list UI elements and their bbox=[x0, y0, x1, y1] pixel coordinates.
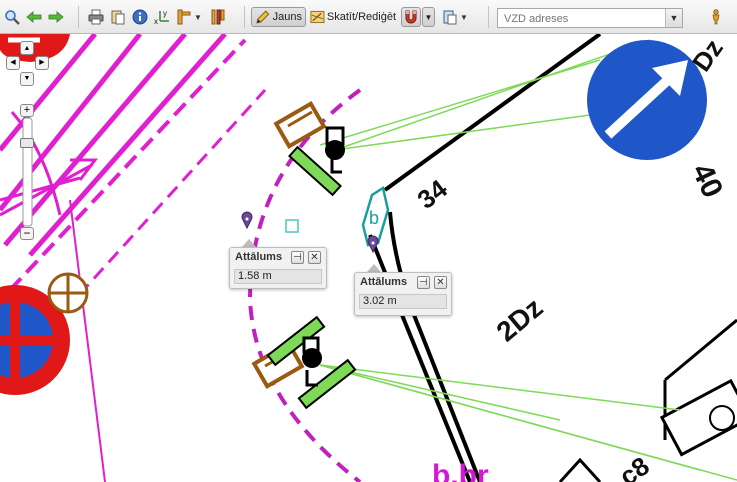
close-popup-button[interactable]: ✕ bbox=[308, 251, 321, 264]
teal-square-marker bbox=[285, 219, 299, 233]
xy-axis-icon: xy bbox=[154, 9, 169, 25]
ruler-pair-icon bbox=[211, 9, 225, 25]
view-edit-label: Skatīt/Rediģēt bbox=[326, 11, 396, 23]
zoom-search-button[interactable] bbox=[2, 7, 22, 27]
zoom-in-button[interactable]: + bbox=[20, 104, 34, 117]
street-view-button[interactable] bbox=[706, 7, 726, 27]
popup-tip bbox=[367, 264, 381, 272]
zoom-out-button[interactable]: − bbox=[20, 227, 34, 240]
info-icon bbox=[132, 9, 148, 25]
svg-text:y: y bbox=[163, 9, 167, 18]
parking-arrow-head bbox=[0, 158, 98, 217]
chevron-down-icon: ▼ bbox=[424, 12, 433, 22]
close-popup-button[interactable]: ✕ bbox=[434, 276, 447, 289]
building-outline bbox=[558, 457, 602, 482]
popup-tip bbox=[242, 239, 256, 247]
clipboard-icon bbox=[111, 10, 125, 25]
view-edit-button[interactable]: Skatīt/Rediģēt bbox=[308, 7, 398, 27]
light-pole-top bbox=[273, 101, 345, 197]
building-boundary-line bbox=[383, 34, 602, 192]
person-icon bbox=[712, 9, 720, 25]
manhole-icon bbox=[47, 272, 89, 314]
address-search-input[interactable] bbox=[502, 10, 668, 28]
snap-button[interactable] bbox=[401, 7, 421, 27]
map-canvas[interactable]: ▲ ◀ ▶ ▼ + − 34 2Dz Dz 40 c8 b.br b Attāl… bbox=[0, 34, 737, 482]
pin-popup-button[interactable]: ⊣ bbox=[417, 276, 430, 289]
popup-title: Attālums bbox=[235, 251, 283, 263]
pencil-icon bbox=[256, 10, 270, 24]
zoom-slider-handle[interactable] bbox=[20, 138, 34, 148]
print-button[interactable] bbox=[86, 7, 106, 27]
road-label: b.br bbox=[432, 459, 489, 482]
lane-boundary-line bbox=[69, 199, 106, 482]
coordinates-button[interactable]: xy bbox=[152, 7, 172, 27]
chevron-down-icon[interactable]: ▼ bbox=[460, 13, 468, 22]
svg-text:x: x bbox=[154, 17, 158, 25]
snap-options-dropdown[interactable]: ▼ bbox=[422, 7, 435, 27]
copy-button[interactable] bbox=[108, 7, 128, 27]
magnet-icon bbox=[405, 10, 417, 24]
map-edit-icon bbox=[310, 10, 325, 24]
back-button[interactable] bbox=[24, 7, 44, 27]
address-dropdown-button[interactable]: ▼ bbox=[665, 9, 682, 27]
zoom-slider-bar bbox=[22, 117, 33, 227]
chevron-down-icon[interactable]: ▼ bbox=[194, 13, 202, 22]
info-button[interactable] bbox=[130, 7, 150, 27]
arrow-right-icon bbox=[48, 11, 64, 23]
pin-popup-button[interactable]: ⊣ bbox=[291, 251, 304, 264]
curb-line bbox=[388, 211, 482, 482]
distance-popup: Attālums ⊣ ✕ 1.58 m bbox=[229, 247, 327, 289]
measure-tool-button[interactable]: ▼ bbox=[174, 7, 204, 27]
building-symbol bbox=[709, 405, 735, 431]
arrow-left-icon bbox=[26, 11, 42, 23]
chevron-down-icon: ▼ bbox=[669, 13, 679, 23]
popup-title: Attālums bbox=[360, 276, 408, 288]
magnifier-icon bbox=[5, 10, 20, 25]
light-pole-bottom bbox=[251, 315, 357, 410]
distance-popup: Attālums ⊣ ✕ 3.02 m bbox=[354, 272, 452, 316]
pan-up-button[interactable]: ▲ bbox=[20, 41, 34, 55]
measure-area-button[interactable] bbox=[208, 7, 228, 27]
toolbar: xy ▼ Jauns Skatīt/Rediģēt ▼ ▼ ▼ bbox=[0, 0, 737, 34]
segment-label: b bbox=[369, 208, 380, 228]
pan-right-button[interactable]: ▶ bbox=[35, 56, 49, 70]
ruler-icon bbox=[177, 9, 191, 25]
paste-icon bbox=[443, 10, 457, 25]
address-combobox[interactable]: ▼ bbox=[497, 8, 683, 28]
distance-value: 1.58 m bbox=[234, 269, 322, 284]
pan-left-button[interactable]: ◀ bbox=[6, 56, 20, 70]
map-layer bbox=[0, 34, 737, 482]
measure-pin bbox=[241, 211, 253, 230]
paste-button[interactable]: ▼ bbox=[440, 7, 470, 27]
pan-down-button[interactable]: ▼ bbox=[20, 72, 34, 86]
new-label: Jauns bbox=[272, 11, 302, 23]
printer-icon bbox=[88, 9, 104, 25]
forward-button[interactable] bbox=[46, 7, 66, 27]
new-button[interactable]: Jauns bbox=[251, 7, 306, 27]
distance-value: 3.02 m bbox=[359, 294, 447, 309]
